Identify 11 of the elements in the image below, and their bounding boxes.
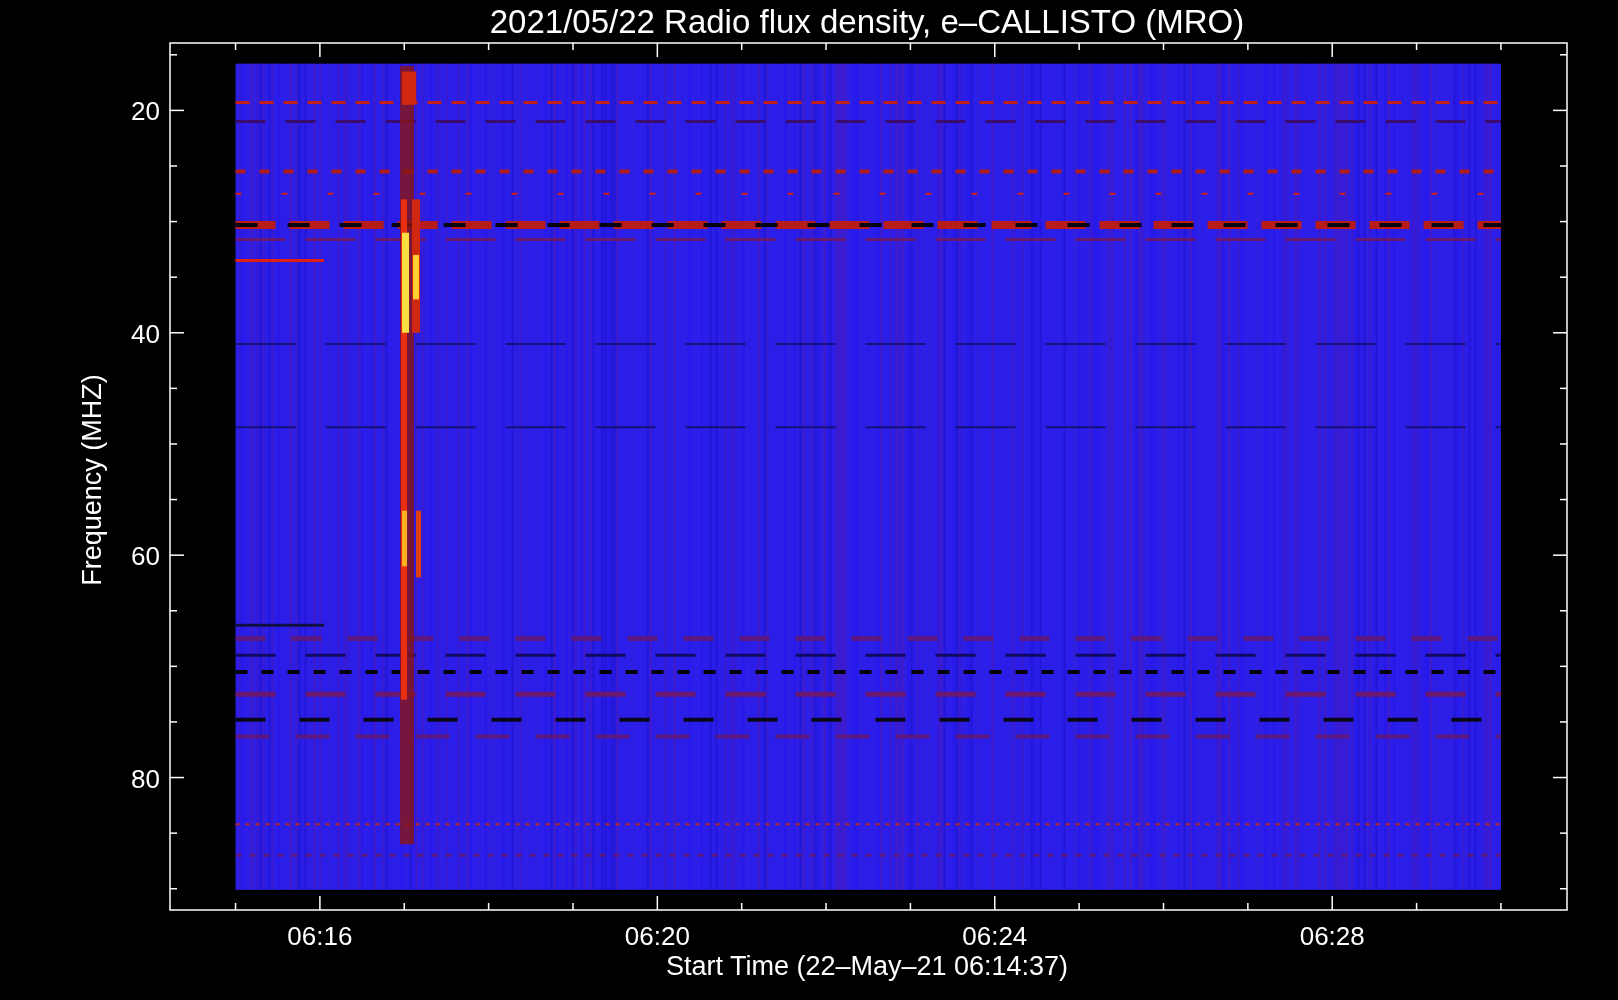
y-tick-label: 40: [131, 318, 160, 349]
x-tick-label: 06:16: [287, 921, 353, 951]
y-tick-label: 20: [131, 96, 160, 127]
x-tick-label: 06:24: [962, 921, 1028, 951]
y-axis-title: Frequency (MHZ): [77, 374, 107, 586]
chart-title: 2021/05/22 Radio flux density, e–CALLISTO (MRO): [489, 3, 1245, 40]
x-axis-title: Start Time (22–May–21 06:14:37): [665, 951, 1069, 981]
y-tick-label: 60: [131, 541, 160, 572]
y-tick-label: 80: [131, 763, 160, 794]
x-tick-label: 06:20: [624, 921, 690, 951]
x-tick-label: 06:28: [1299, 921, 1365, 951]
